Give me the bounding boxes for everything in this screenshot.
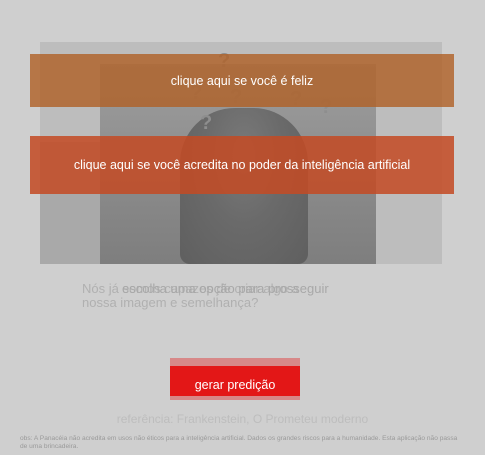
reference-text: referência: Frankenstein, O Prometeu mod… bbox=[116, 412, 369, 426]
generate-prediction-button[interactable]: gerar predição bbox=[170, 366, 300, 396]
question-mark-icon: ? bbox=[200, 112, 213, 134]
happy-answer-label: clique aqui se você é feliz bbox=[170, 73, 314, 88]
generate-prediction-label: gerar predição bbox=[194, 378, 276, 392]
ai-answer-button[interactable]: clique aqui se você acredita no poder da… bbox=[30, 136, 454, 194]
disclaimer-text: obs: A Panacéia não acredita em usos não… bbox=[20, 435, 458, 450]
instruction-text: escolha uma opção para prosseguir bbox=[122, 281, 329, 296]
question-text: Nós já somos capazes de criar algo a nos… bbox=[82, 282, 382, 310]
happy-answer-button[interactable]: clique aqui se você é feliz bbox=[30, 54, 454, 107]
question-line-2: nossa imagem e semelhança? bbox=[82, 295, 259, 310]
ai-answer-label: clique aqui se você acredita no poder da… bbox=[73, 158, 411, 172]
